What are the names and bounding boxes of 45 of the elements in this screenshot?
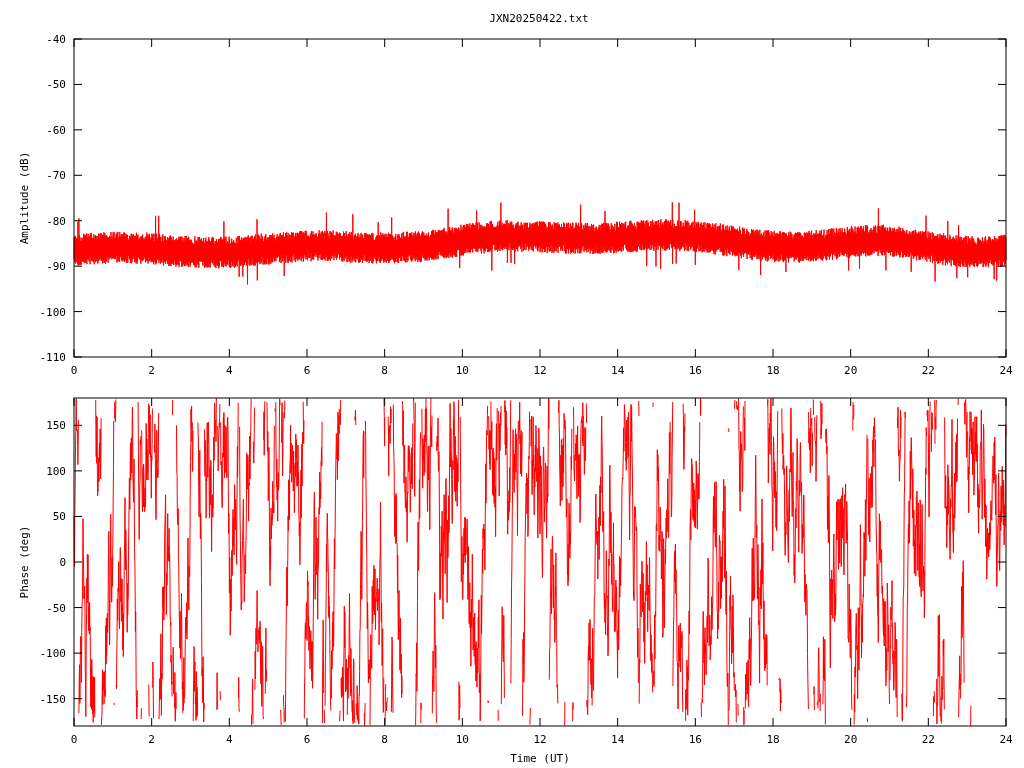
y-tick-label: 50	[52, 510, 66, 524]
x-tick-label: 0	[70, 364, 78, 377]
y-tick-label: -50	[46, 78, 66, 92]
x-tick-label: 12	[533, 364, 547, 377]
x-tick-label: 2	[148, 364, 155, 377]
x-tick-label: 18	[766, 364, 780, 377]
x-tick-label: 14	[611, 364, 625, 377]
y-tick-label: -110	[39, 351, 66, 364]
x-tick-label: 8	[381, 364, 388, 377]
x-tick-label: 20	[844, 733, 858, 746]
x-tick-label: 24	[999, 364, 1013, 377]
x-tick-label: 6	[303, 364, 311, 377]
x-tick-label: 14	[611, 733, 625, 746]
x-tick-label: 20	[844, 364, 858, 377]
y-tick-label: -40	[46, 33, 66, 46]
x-tick-label: 6	[303, 733, 311, 746]
x-tick-label: 0	[70, 733, 78, 746]
x-tick-label: 10	[455, 364, 469, 377]
x-tick-label: 24	[999, 733, 1013, 746]
y-tick-label: -90	[46, 260, 66, 274]
x-tick-label: 2	[148, 733, 155, 746]
y-axis-label: Phase (deg)	[18, 525, 31, 599]
y-axis-label: Amplitude (dB)	[18, 151, 31, 245]
chart-title: JXN20250422.txt	[489, 12, 589, 25]
x-tick-label: 4	[226, 364, 233, 377]
x-tick-label: 12	[533, 733, 547, 746]
y-tick-label: 100	[46, 464, 66, 478]
y-tick-label: -150	[39, 692, 66, 706]
x-tick-label: 10	[455, 733, 469, 746]
y-tick-label: -100	[39, 647, 66, 661]
y-tick-label: -100	[39, 305, 66, 319]
y-tick-label: -70	[46, 169, 66, 183]
y-tick-label: -80	[46, 214, 66, 228]
x-tick-label: 16	[688, 364, 702, 377]
x-tick-label: 22	[921, 733, 935, 746]
y-tick-label: 150	[46, 419, 66, 433]
x-axis-label: Time (UT)	[510, 752, 570, 765]
x-tick-label: 4	[226, 733, 233, 746]
y-tick-label: -50	[46, 601, 66, 615]
y-tick-label: -60	[46, 123, 66, 137]
x-tick-label: 22	[921, 364, 935, 377]
y-tick-label: 0	[59, 556, 66, 569]
x-tick-label: 18	[766, 733, 780, 746]
x-tick-label: 8	[381, 733, 388, 746]
x-tick-label: 16	[688, 733, 702, 746]
